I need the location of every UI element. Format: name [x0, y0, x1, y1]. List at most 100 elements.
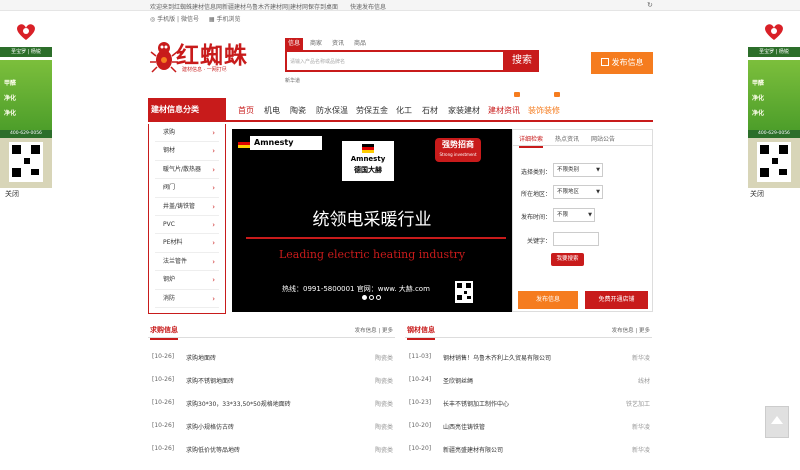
nav-item-waterproof[interactable]: 防水保温 — [316, 105, 348, 116]
left-ad-close[interactable]: 关闭 — [5, 189, 19, 199]
publish-button[interactable]: 发布信息 — [591, 52, 653, 74]
tab-hot-news[interactable]: 热点资讯 — [555, 134, 579, 143]
list-item[interactable]: [10-20] 山西亮佳铸铁管 新华凌 — [405, 422, 652, 436]
right-side-ad[interactable]: 圣宝罗 | 杨锐 甲醛 净化 净化 400-629-0056 — [748, 20, 800, 188]
list-item[interactable]: [10-24] 圣欣钢丝绳 线材 — [405, 376, 652, 390]
search-input[interactable]: 请输入产品名称或品牌名 — [285, 50, 505, 72]
nav-item-ceramic[interactable]: 陶瓷 — [290, 105, 306, 116]
carousel-dot[interactable] — [369, 295, 374, 300]
search-tab-info[interactable]: 信息 — [285, 38, 303, 50]
banner-brand: Amnesty — [250, 136, 322, 150]
item-title[interactable]: 求购小规格仿古砖 — [186, 422, 234, 431]
category-item[interactable]: 钢炉 › — [155, 271, 219, 290]
search-tab-merchant[interactable]: 商家 — [307, 38, 325, 50]
time-select[interactable]: 不限 ▼ — [553, 208, 595, 222]
chevron-right-icon: › — [212, 257, 215, 266]
ad-line: 净化 — [4, 110, 17, 117]
category-select[interactable]: 不限类别 ▼ — [553, 163, 603, 177]
right-ad-close[interactable]: 关闭 — [750, 189, 764, 199]
nav-item-electro[interactable]: 机电 — [264, 105, 280, 116]
item-title[interactable]: 钢材销售！乌鲁木齐利上久贸易有限公司 — [443, 353, 551, 362]
category-item[interactable]: 法兰管件 › — [155, 253, 219, 272]
chevron-right-icon: › — [212, 202, 215, 211]
list-item[interactable]: [10-26] 求购地面砖 陶瓷类 — [148, 353, 395, 367]
item-date: [10-26] — [152, 353, 175, 360]
search-button[interactable]: 搜索 — [505, 50, 539, 72]
nav-item-hardware[interactable]: 劳保五金 — [356, 105, 388, 116]
banner-carousel[interactable]: Amnesty Amnesty 德国大赫 强势招商 Strong investm… — [232, 129, 512, 312]
item-source[interactable]: 线材 — [638, 376, 650, 385]
search-tab-news[interactable]: 资讯 — [329, 38, 347, 50]
nav-item-stone[interactable]: 石材 — [422, 105, 438, 116]
item-source[interactable]: 新华凌 — [632, 445, 650, 454]
steel-title: 钢材信息 — [407, 325, 435, 340]
item-title[interactable]: 山西亮佳铸铁管 — [443, 422, 485, 431]
category-label: PVC — [163, 220, 175, 228]
nav-item-news[interactable]: 建材资讯 — [488, 105, 520, 116]
carousel-dot[interactable] — [376, 295, 381, 300]
back-to-top-button[interactable] — [765, 406, 789, 438]
mobile-browse-link[interactable]: ▦ 手机浏览 — [209, 16, 241, 23]
list-item[interactable]: [10-23] 长丰不锈钢加工制作中心 铁艺加工 — [405, 399, 652, 413]
search-tab-product[interactable]: 商品 — [351, 38, 369, 50]
ad-line: 净化 — [4, 95, 17, 102]
item-source[interactable]: 新华凌 — [632, 353, 650, 362]
panel-publish-button[interactable]: 发布信息 — [518, 291, 578, 309]
nav-item-decoration[interactable]: 装饰装修 — [528, 105, 560, 116]
refresh-icon[interactable]: ↻ — [647, 1, 653, 9]
item-title[interactable]: 求购30*30，33*33,50*50规格地面砖 — [186, 399, 291, 408]
site-logo[interactable]: 红蜘蛛 建材信息 · 一网打尽 — [150, 36, 265, 81]
item-source[interactable]: 陶瓷类 — [375, 376, 393, 385]
region-select[interactable]: 不限地区 ▼ — [553, 185, 603, 199]
list-item[interactable]: [10-26] 求购小规格仿古砖 陶瓷类 — [148, 422, 395, 436]
category-item[interactable]: 求购 › — [155, 124, 219, 143]
center-brand: Amnesty — [350, 155, 386, 163]
item-title[interactable]: 求购地面砖 — [186, 353, 216, 362]
hot-keyword[interactable]: 新华道 — [285, 77, 300, 84]
category-item[interactable]: 井盖/铸铁管 › — [155, 198, 219, 216]
carousel-dot[interactable] — [362, 295, 367, 300]
list-item[interactable]: [10-26] 求购不锈钢地面砖 陶瓷类 — [148, 376, 395, 390]
item-source[interactable]: 陶瓷类 — [375, 445, 393, 454]
mobile-link[interactable]: ◎ 手机版 | 微信号 — [150, 16, 199, 23]
edit-icon — [600, 58, 609, 66]
category-item[interactable]: 暖气片/散热器 › — [155, 161, 219, 180]
item-title[interactable]: 求购低价优等品地砖 — [186, 445, 240, 454]
item-date: [10-26] — [152, 422, 175, 429]
nav-item-home-materials[interactable]: 家装建材 — [448, 105, 480, 116]
open-shop-button[interactable]: 免费开通店铺 — [585, 291, 648, 309]
item-source[interactable]: 新华凌 — [632, 422, 650, 431]
item-source[interactable]: 铁艺加工 — [626, 399, 650, 408]
list-item[interactable]: [10-26] 求购30*30，33*33,50*50规格地面砖 陶瓷类 — [148, 399, 395, 413]
keyword-input[interactable] — [553, 232, 599, 246]
steel-more-link[interactable]: 发布信息 | 更多 — [612, 326, 650, 334]
qr-code-icon — [757, 142, 791, 182]
nav-item-home[interactable]: 首页 — [238, 105, 254, 116]
category-item[interactable]: 阀门 › — [155, 179, 219, 198]
item-title[interactable]: 求购不锈钢地面砖 — [186, 376, 234, 385]
main-nav: 建材信息分类 首页 机电 陶瓷 防水保温 劳保五金 化工 石材 家装建材 建材资… — [148, 92, 653, 122]
panel-search-button[interactable]: 我要搜索 — [551, 253, 584, 266]
category-item[interactable]: 消防 › — [155, 290, 219, 308]
left-side-ad[interactable]: 圣宝罗 | 杨锐 甲醛 净化 净化 400-629-0056 — [0, 20, 52, 188]
item-title[interactable]: 新疆亮盛建材有限公司 — [443, 445, 503, 454]
list-item[interactable]: [10-26] 求购低价优等品地砖 陶瓷类 — [148, 445, 395, 459]
category-item[interactable]: PVC › — [155, 216, 219, 235]
german-flag-icon — [238, 139, 250, 148]
item-title[interactable]: 长丰不锈钢加工制作中心 — [443, 399, 509, 408]
item-title[interactable]: 圣欣钢丝绳 — [443, 376, 473, 385]
category-item[interactable]: PE材料 › — [155, 234, 219, 253]
item-source[interactable]: 陶瓷类 — [375, 422, 393, 431]
list-item[interactable]: [11-03] 钢材销售！乌鲁木齐利上久贸易有限公司 新华凌 — [405, 353, 652, 367]
field-label-time: 发布时间： — [520, 214, 551, 221]
tab-detail-search[interactable]: 详细检索 — [519, 134, 544, 148]
list-item[interactable]: [10-20] 新疆亮盛建材有限公司 新华凌 — [405, 445, 652, 459]
item-source[interactable]: 陶瓷类 — [375, 399, 393, 408]
tab-announcement[interactable]: 网站公告 — [591, 134, 615, 143]
nav-item-chemical[interactable]: 化工 — [396, 105, 412, 116]
purchase-more-link[interactable]: 发布信息 | 更多 — [355, 326, 393, 334]
save-desktop-link[interactable]: 保存到桌面 — [308, 4, 338, 11]
quick-publish-link[interactable]: 快速发布信息 — [350, 4, 386, 11]
item-source[interactable]: 陶瓷类 — [375, 353, 393, 362]
category-item[interactable]: 钢材 › — [155, 142, 219, 161]
